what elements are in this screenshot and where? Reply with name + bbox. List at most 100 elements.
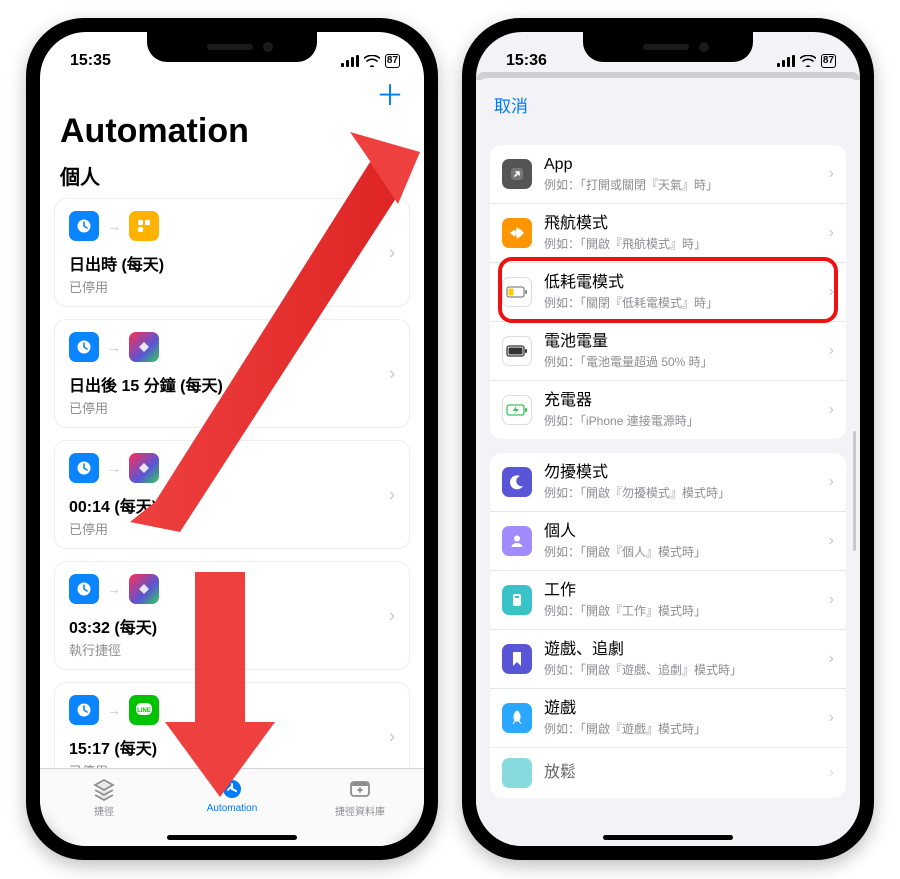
- automation-subtitle: 已停用: [69, 519, 395, 538]
- device-notch: [583, 32, 753, 62]
- automation-list[interactable]: → 日出時 (每天) 已停用 › → 日出後 15 分鐘 (每天) 已停用 ›: [40, 198, 424, 768]
- phone-mockup-left: 15:35 87 ＋ Automation 個人 → 日出時 (每天) 已停用: [26, 18, 438, 860]
- automation-card[interactable]: → 00:14 (每天) 已停用 ›: [54, 440, 410, 549]
- tab-label: 捷徑資料庫: [335, 803, 385, 818]
- automation-title: 日出後 15 分鐘 (每天): [69, 372, 395, 396]
- trigger-group: App例如：「打開或關閉『天氣』時」 › 飛航模式例如：「開啟『飛航模式』時」 …: [490, 145, 846, 439]
- row-subtitle: 例如：「打開或關閉『天氣』時」: [544, 176, 817, 193]
- chevron-right-icon: ›: [829, 165, 834, 183]
- trigger-row-game[interactable]: 遊戲例如：「開啟『遊戲』模式時」 ›: [490, 688, 846, 747]
- trigger-row-personal[interactable]: 個人例如：「開啟『個人』模式時」 ›: [490, 511, 846, 570]
- signal-icon: [341, 55, 359, 67]
- shortcuts-app-icon: [129, 453, 159, 483]
- chevron-right-icon: ›: [829, 591, 834, 609]
- wifi-icon: [800, 55, 816, 67]
- row-title: 勿擾模式: [544, 463, 817, 483]
- charger-icon: [502, 395, 532, 425]
- row-title: 個人: [544, 522, 817, 542]
- chevron-right-icon: ›: [389, 605, 395, 626]
- row-subtitle: 例如：「開啟『個人』模式時」: [544, 543, 817, 560]
- tab-label: Automation: [207, 803, 258, 814]
- trigger-row-charger[interactable]: 充電器例如：「iPhone 連接電源時」 ›: [490, 380, 846, 439]
- badge-icon: [502, 585, 532, 615]
- shortcuts-app-icon: [129, 332, 159, 362]
- clock-icon: [69, 332, 99, 362]
- status-time: 15:35: [70, 52, 111, 70]
- chevron-right-icon: ›: [389, 363, 395, 384]
- clock-icon: [69, 211, 99, 241]
- automation-title: 00:14 (每天): [69, 493, 395, 517]
- line-app-icon: LINE: [129, 695, 159, 725]
- status-time: 15:36: [506, 52, 547, 70]
- chevron-right-icon: ›: [829, 764, 834, 782]
- phone-mockup-right: 15:36 87 取消 App例如：「打開或關閉『天氣』時」 ›: [462, 18, 874, 860]
- chevron-right-icon: ›: [829, 709, 834, 727]
- trigger-group: 勿擾模式例如：「開啟『勿擾模式』模式時」 › 個人例如：「開啟『個人』模式時」 …: [490, 453, 846, 798]
- row-title: 遊戲: [544, 699, 817, 719]
- chevron-right-icon: ›: [829, 224, 834, 242]
- automation-title: 15:17 (每天): [69, 735, 395, 759]
- automation-title: 03:32 (每天): [69, 614, 395, 638]
- row-subtitle: 例如：「開啟『飛航模式』時」: [544, 235, 817, 252]
- trigger-row-relax[interactable]: 放鬆 ›: [490, 747, 846, 798]
- clock-icon: [69, 695, 99, 725]
- clock-icon: [69, 574, 99, 604]
- trigger-row-game-drama[interactable]: 遊戲、追劇例如：「開啟『遊戲、追劇』模式時」 ›: [490, 629, 846, 688]
- signal-icon: [777, 55, 795, 67]
- tab-label: 捷徑: [94, 803, 114, 818]
- tab-automation[interactable]: Automation: [169, 777, 296, 814]
- arrow-right-icon: →: [107, 218, 121, 234]
- chevron-right-icon: ›: [829, 401, 834, 419]
- automation-card[interactable]: → 日出時 (每天) 已停用 ›: [54, 198, 410, 307]
- trigger-list[interactable]: App例如：「打開或關閉『天氣』時」 › 飛航模式例如：「開啟『飛航模式』時」 …: [476, 131, 860, 846]
- page-title: Automation: [40, 110, 424, 155]
- gallery-icon: [347, 777, 373, 801]
- arrow-right-icon: →: [107, 460, 121, 476]
- home-indicator[interactable]: [603, 835, 733, 840]
- automation-card[interactable]: → LINE 15:17 (每天) 已停用 ›: [54, 682, 410, 768]
- trigger-row-battery-level[interactable]: 電池電量例如：「電池電量超過 50% 時」 ›: [490, 321, 846, 380]
- trigger-row-app[interactable]: App例如：「打開或關閉『天氣』時」 ›: [490, 145, 846, 203]
- trigger-picker-sheet: 取消 App例如：「打開或關閉『天氣』時」 › 飛航模式例如：「開啟『飛航模式』…: [476, 78, 860, 846]
- scrollbar[interactable]: [853, 431, 856, 551]
- automation-subtitle: 已停用: [69, 761, 395, 768]
- app-icon: [129, 211, 159, 241]
- automation-subtitle: 已停用: [69, 277, 395, 296]
- row-subtitle: 例如：「iPhone 連接電源時」: [544, 412, 817, 429]
- tab-gallery[interactable]: 捷徑資料庫: [297, 777, 424, 818]
- shortcuts-app-icon: [129, 574, 159, 604]
- tab-shortcuts[interactable]: 捷徑: [41, 777, 168, 818]
- rocket-icon: [502, 703, 532, 733]
- automation-tab-icon: [219, 777, 245, 801]
- arrow-right-icon: →: [107, 702, 121, 718]
- add-automation-button[interactable]: ＋: [376, 82, 404, 110]
- relax-icon: [502, 758, 532, 788]
- battery-indicator: 87: [821, 54, 836, 68]
- row-title: 電池電量: [544, 332, 817, 352]
- row-title: 低耗電模式: [544, 273, 817, 293]
- automation-subtitle: 執行捷徑: [69, 640, 395, 659]
- chevron-right-icon: ›: [829, 532, 834, 550]
- low-power-battery-icon: [502, 277, 532, 307]
- automation-card[interactable]: → 03:32 (每天) 執行捷徑 ›: [54, 561, 410, 670]
- row-subtitle: 例如：「開啟『遊戲』模式時」: [544, 720, 817, 737]
- row-subtitle: 例如：「關閉『低耗電模式』時」: [544, 294, 817, 311]
- airplane-icon: [502, 218, 532, 248]
- moon-icon: [502, 467, 532, 497]
- person-icon: [502, 526, 532, 556]
- device-notch: [147, 32, 317, 62]
- trigger-row-airplane[interactable]: 飛航模式例如：「開啟『飛航模式』時」 ›: [490, 203, 846, 262]
- stack-icon: [91, 777, 117, 801]
- home-indicator[interactable]: [167, 835, 297, 840]
- section-personal: 個人: [40, 155, 424, 198]
- trigger-row-dnd[interactable]: 勿擾模式例如：「開啟『勿擾模式』模式時」 ›: [490, 453, 846, 511]
- arrow-right-icon: →: [107, 339, 121, 355]
- chevron-right-icon: ›: [829, 473, 834, 491]
- row-title: App: [544, 155, 817, 175]
- battery-indicator: 87: [385, 54, 400, 68]
- app-open-icon: [502, 159, 532, 189]
- trigger-row-work[interactable]: 工作例如：「開啟『工作』模式時」 ›: [490, 570, 846, 629]
- automation-card[interactable]: → 日出後 15 分鐘 (每天) 已停用 ›: [54, 319, 410, 428]
- trigger-row-low-power[interactable]: 低耗電模式例如：「關閉『低耗電模式』時」 ›: [490, 262, 846, 321]
- cancel-button[interactable]: 取消: [476, 78, 860, 131]
